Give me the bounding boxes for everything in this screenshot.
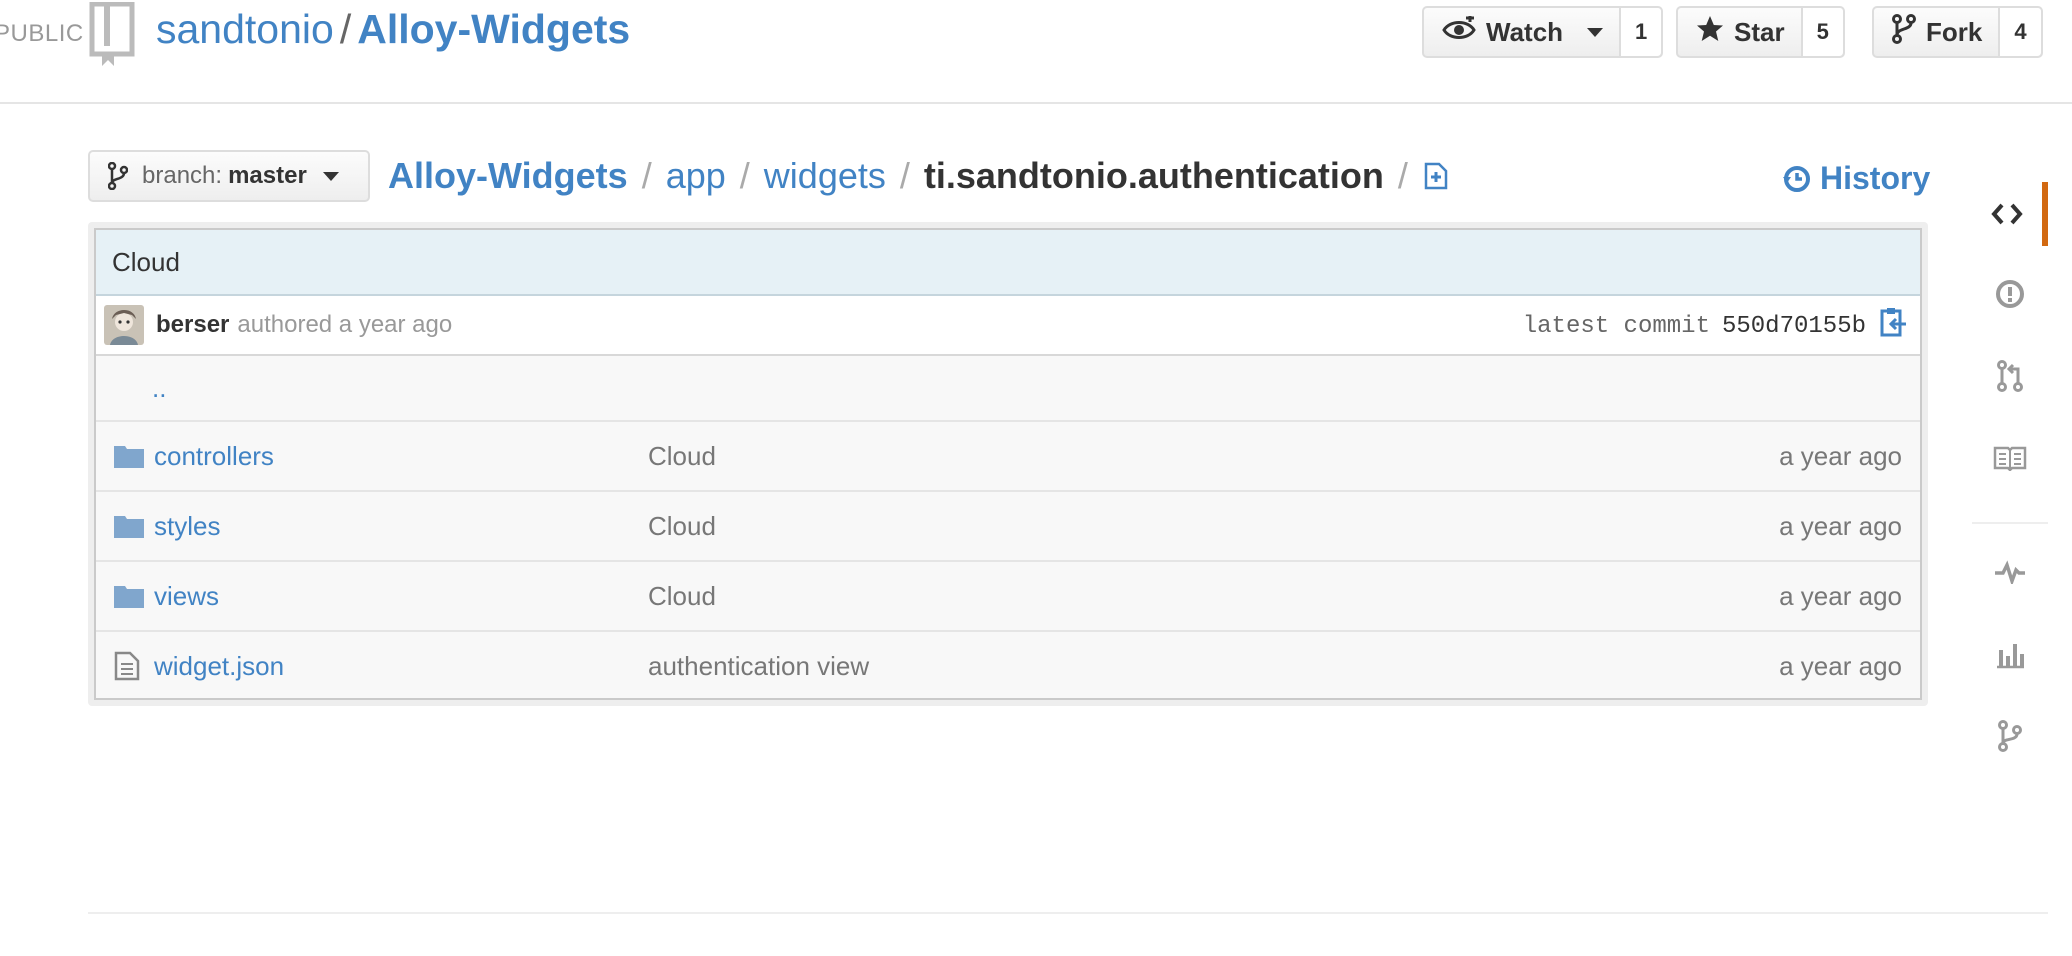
folder-icon [114, 492, 144, 560]
star-count[interactable]: 5 [1802, 8, 1843, 56]
file-commit-message[interactable]: Cloud [648, 581, 716, 612]
pulse-icon[interactable] [1972, 540, 2048, 604]
table-row: styles Cloud a year ago [96, 490, 1920, 560]
star-button[interactable]: Star [1678, 8, 1803, 56]
breadcrumb-separator: / [641, 155, 652, 196]
fork-button[interactable]: Fork [1874, 8, 2001, 56]
file-commit-message[interactable]: authentication view [648, 651, 869, 682]
commit-sha[interactable]: 550d70155b [1722, 313, 1866, 340]
branch-icon [108, 162, 128, 190]
breadcrumb-link-app[interactable]: app [666, 155, 726, 197]
breadcrumb-root-link[interactable]: Alloy-Widgets [388, 155, 628, 197]
branch-prefix: branch: [142, 162, 223, 189]
eye-icon [1442, 13, 1476, 49]
commit-authored-text: authored a year ago [237, 311, 453, 338]
breadcrumb-current: ti.sandtonio.authentication [923, 155, 1384, 196]
issues-icon[interactable] [1972, 262, 2048, 326]
parent-directory-link[interactable]: .. [152, 373, 166, 404]
file-commit-message[interactable]: Cloud [648, 441, 716, 472]
file-commit-message[interactable]: Cloud [648, 511, 716, 542]
table-row: widget.json authentication view a year a… [96, 630, 1920, 700]
folder-icon [114, 422, 144, 490]
table-row: views Cloud a year ago [96, 560, 1920, 630]
commit-meta: berser authored a year ago latest commit… [96, 296, 1920, 356]
commit-author[interactable]: berser [156, 311, 229, 339]
fork-count[interactable]: 4 [2000, 8, 2041, 56]
watch-button-group: Watch 1 [1422, 6, 1664, 58]
avatar[interactable] [104, 305, 144, 345]
breadcrumb-link-widgets[interactable]: widgets [764, 155, 886, 197]
breadcrumb-separator: / [1397, 155, 1408, 196]
breadcrumb-separator: / [739, 155, 750, 196]
clipboard-icon[interactable] [1880, 307, 1908, 345]
watch-count[interactable]: 1 [1621, 8, 1662, 56]
breadcrumb-separator: / [899, 155, 910, 196]
file-age: a year ago [1779, 650, 1902, 681]
breadcrumb: Alloy-Widgets / app / widgets / ti.sandt… [388, 150, 1448, 202]
repo-icon [88, 1, 136, 68]
owner-link[interactable]: sandtonio [156, 6, 334, 52]
public-label: PUBLIC [0, 20, 84, 47]
graphs-icon[interactable] [1972, 622, 2048, 686]
file-table: Cloud berser authored a year ago latest … [94, 228, 1922, 700]
file-name-link[interactable]: styles [154, 511, 220, 542]
parent-directory-row[interactable]: .. [96, 356, 1920, 420]
history-icon [1783, 165, 1810, 192]
file-text-icon [114, 632, 140, 700]
footer-divider [88, 912, 2048, 914]
new-file-icon[interactable] [1424, 162, 1448, 190]
title-separator: / [339, 6, 352, 52]
repo-title: sandtonio / Alloy-Widgets [156, 6, 630, 53]
repo-header: PUBLIC sandtonio/Alloy-Widgets Watch 1 [0, 0, 2072, 104]
file-name-link[interactable]: views [154, 581, 219, 612]
file-age: a year ago [1779, 440, 1902, 471]
wiki-icon[interactable] [1972, 426, 2048, 490]
star-icon [1696, 15, 1724, 50]
fork-button-group: Fork 4 [1872, 6, 2043, 58]
repo-name-link[interactable]: Alloy-Widgets [357, 6, 630, 52]
file-age: a year ago [1779, 580, 1902, 611]
repo-sidenav [1972, 150, 2048, 802]
star-button-group: Star 5 [1676, 6, 1845, 58]
file-browser: Cloud berser authored a year ago latest … [88, 222, 1928, 706]
branch-name: master [228, 162, 307, 189]
watch-label: Watch [1486, 16, 1564, 47]
watch-button[interactable]: Watch [1424, 8, 1622, 56]
branch-select-button[interactable]: branch: master [88, 150, 370, 202]
file-age: a year ago [1779, 510, 1902, 541]
table-row: controllers Cloud a year ago [96, 420, 1920, 490]
latest-commit: latest commit 550d70155b [1523, 296, 1908, 356]
commit-message[interactable]: Cloud [96, 230, 1920, 296]
latest-commit-label: latest commit [1522, 312, 1710, 340]
chevron-down-icon [322, 171, 339, 181]
fork-label: Fork [1926, 16, 1983, 47]
folder-icon [114, 562, 144, 630]
pull-requests-icon[interactable] [1972, 344, 2048, 408]
code-icon[interactable] [1972, 182, 2048, 246]
file-name-link[interactable]: widget.json [154, 651, 284, 682]
fork-icon [1892, 13, 1916, 51]
star-label: Star [1734, 16, 1785, 47]
history-label: History [1820, 160, 1931, 196]
sidenav-divider [1972, 522, 2048, 524]
history-link[interactable]: History [1782, 160, 1930, 197]
file-name-link[interactable]: controllers [154, 441, 274, 472]
chevron-down-icon [1587, 27, 1604, 37]
network-icon[interactable] [1972, 704, 2048, 768]
